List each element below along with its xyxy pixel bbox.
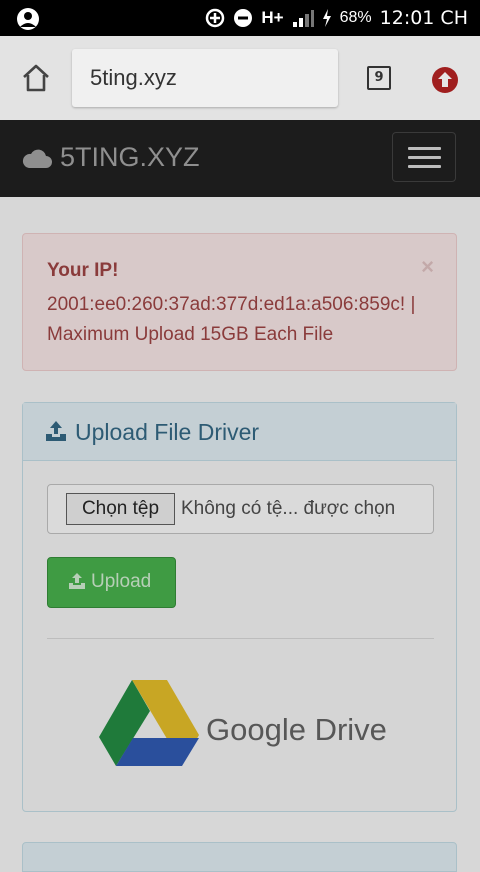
ip-alert: Your IP! 2001:ee0:260:37ad:377d:ed1a:a50… xyxy=(22,233,457,371)
next-panel xyxy=(22,842,457,872)
data-saver-icon xyxy=(206,8,225,28)
tab-switcher-icon[interactable]: 9 xyxy=(367,66,391,90)
battery-charging-icon xyxy=(322,9,331,27)
signal-icon xyxy=(292,10,314,27)
alert-title: Your IP! xyxy=(47,260,119,281)
panel-divider xyxy=(47,638,434,639)
do-not-disturb-icon xyxy=(234,9,253,27)
brand-name: 5TING.XYZ xyxy=(60,142,200,172)
upload-tray-icon xyxy=(46,421,66,441)
google-drive-wordmark: Google Drive xyxy=(206,712,387,747)
file-status-text: Không có tệ... được chọn xyxy=(181,498,396,519)
google-drive-logo: Google Drive xyxy=(98,678,398,778)
panel-heading: Upload File Driver xyxy=(23,403,456,461)
upload-button[interactable]: Upload xyxy=(47,557,176,608)
file-input[interactable]: Chọn tệp Không có tệ... được chọn xyxy=(47,484,434,534)
upload-icon xyxy=(69,573,85,589)
upload-circle-icon[interactable] xyxy=(431,66,459,94)
alert-close-button[interactable]: × xyxy=(421,254,434,280)
browser-toolbar: 5ting.xyz 9 xyxy=(0,36,480,120)
cloud-icon xyxy=(22,149,52,168)
battery-percent: 68% xyxy=(339,9,372,26)
site-brand[interactable]: 5TING.XYZ xyxy=(22,142,200,173)
url-text: 5ting.xyz xyxy=(90,65,177,90)
choose-file-button[interactable]: Chọn tệp xyxy=(66,493,175,525)
upload-button-label: Upload xyxy=(91,571,152,592)
status-icons: H+ 68% 12:01 CH xyxy=(205,0,468,36)
site-navbar: 5TING.XYZ xyxy=(0,120,480,197)
menu-icon-bar xyxy=(408,165,441,168)
menu-toggle-button[interactable] xyxy=(392,132,456,182)
status-bar: H+ 68% 12:01 CH xyxy=(0,0,480,36)
upload-panel: Upload File Driver Chọn tệp Không có tệ.… xyxy=(22,402,457,812)
address-bar[interactable]: 5ting.xyz xyxy=(72,49,338,107)
menu-icon-bar xyxy=(408,147,441,150)
clock: 12:01 CH xyxy=(379,7,468,29)
home-icon[interactable] xyxy=(20,62,52,94)
menu-icon-bar xyxy=(408,156,441,159)
network-type: H+ xyxy=(261,8,284,27)
google-drive-icon xyxy=(99,680,199,766)
panel-title: Upload File Driver xyxy=(75,419,260,445)
app-notification-icon xyxy=(17,8,39,30)
alert-message: 2001:ee0:260:37ad:377d:ed1a:a506:859c! |… xyxy=(47,294,416,345)
